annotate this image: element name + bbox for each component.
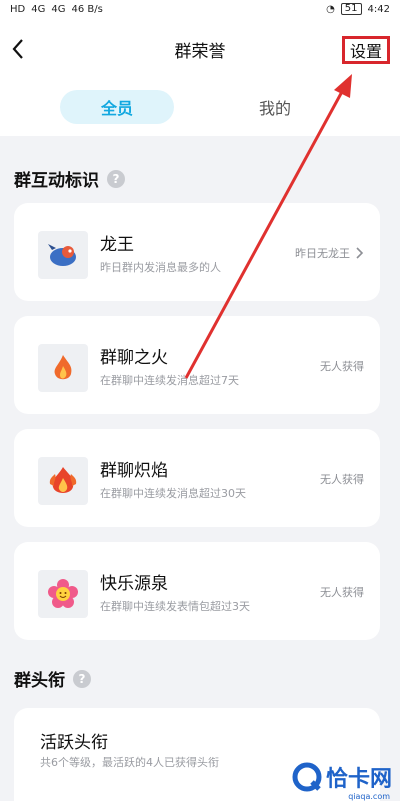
badge-card-happy-source[interactable]: 快乐源泉 在群聊中连续发表情包超过3天 无人获得 — [14, 542, 380, 640]
badge-desc: 昨日群内发消息最多的人 — [100, 261, 221, 274]
status-signal-1: 4G — [31, 3, 46, 15]
badge-name: 群聊炽焰 — [100, 461, 168, 481]
badge-name: 群聊之火 — [100, 348, 168, 368]
tab-bar: 全员 我的 — [0, 80, 400, 136]
status-hd: HD — [10, 3, 26, 15]
wifi-icon: ◔ — [326, 3, 335, 15]
badge-name: 龙王 — [100, 235, 134, 255]
section-title-text: 群互动标识 — [14, 171, 99, 191]
badge-card-dragon-king[interactable]: 龙王 昨日群内发消息最多的人 昨日无龙王 — [14, 203, 380, 301]
active-title-desc: 共6个等级，最活跃的4人已获得头衔 — [40, 756, 219, 769]
badge-desc: 在群聊中连续发消息超过30天 — [100, 487, 246, 500]
section-title-group-titles: 群头衔 ? — [14, 666, 91, 691]
settings-button[interactable]: 设置 — [342, 36, 390, 64]
back-button[interactable] — [6, 34, 30, 64]
flower-icon — [38, 570, 88, 618]
section-title-text: 群头衔 — [14, 671, 65, 691]
help-icon[interactable]: ? — [107, 169, 125, 188]
badge-status: 无人获得 — [320, 471, 364, 487]
dragon-icon — [38, 231, 88, 279]
chevron-left-icon — [12, 39, 23, 59]
status-signal-2: 4G — [51, 3, 66, 15]
tab-mine[interactable]: 我的 — [218, 90, 332, 124]
badge-status: 无人获得 — [320, 358, 364, 374]
badge-status-text: 无人获得 — [320, 586, 364, 599]
battery-icon: 51 — [340, 3, 362, 15]
badge-card-chat-blaze[interactable]: 群聊炽焰 在群聊中连续发消息超过30天 无人获得 — [14, 429, 380, 527]
watermark-url: qiaqa.com — [348, 792, 390, 801]
status-speed: 46 B/s — [71, 3, 103, 15]
status-time: 4:42 — [367, 3, 390, 15]
status-bar: HD 4G 4G 46 B/s ◔ 51 4:42 — [0, 0, 400, 18]
watermark-logo: 恰卡网 — [292, 761, 392, 793]
badge-card-chat-fire[interactable]: 群聊之火 在群聊中连续发消息超过7天 无人获得 — [14, 316, 380, 414]
active-title-name: 活跃头衔 — [40, 733, 108, 753]
fire-icon — [38, 344, 88, 392]
header: 群荣誉 设置 — [0, 18, 400, 80]
help-icon[interactable]: ? — [73, 669, 91, 688]
tab-all[interactable]: 全员 — [60, 90, 174, 124]
badge-status-text: 昨日无龙王 — [295, 247, 350, 260]
chevron-right-icon — [356, 247, 364, 259]
badge-desc: 在群聊中连续发表情包超过3天 — [100, 600, 250, 613]
section-title-interaction: 群互动标识 ? — [14, 166, 125, 191]
badge-status-text: 无人获得 — [320, 360, 364, 373]
blaze-icon — [38, 457, 88, 505]
badge-status: 无人获得 — [320, 584, 364, 600]
badge-status-text: 无人获得 — [320, 473, 364, 486]
watermark-q-icon — [292, 762, 322, 792]
badge-status: 昨日无龙王 — [295, 245, 364, 261]
badge-desc: 在群聊中连续发消息超过7天 — [100, 374, 239, 387]
watermark-text: 恰卡网 — [325, 767, 392, 792]
badge-name: 快乐源泉 — [100, 574, 168, 594]
page-title: 群荣誉 — [174, 41, 226, 62]
